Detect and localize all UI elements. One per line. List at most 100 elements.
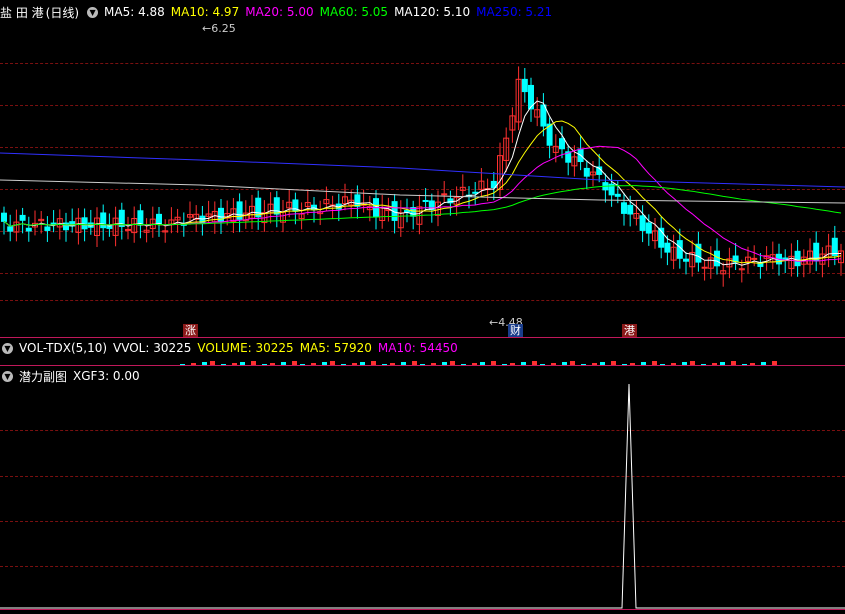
- volume-bar: [251, 361, 256, 365]
- candle-body: [19, 214, 26, 221]
- candle-body: [255, 197, 262, 218]
- volume-bar: [480, 362, 485, 365]
- volume-bar: [510, 363, 515, 365]
- volume-bar: [600, 362, 605, 365]
- candle-body: [683, 258, 689, 262]
- volume-bar: [202, 362, 207, 365]
- candle-body: [106, 225, 113, 229]
- volume-bar: [221, 364, 226, 365]
- event-marker-zhang[interactable]: 涨: [183, 324, 198, 337]
- candle-body: [25, 227, 32, 232]
- volume-bar: [502, 364, 507, 365]
- candle-body: [521, 78, 528, 93]
- volume-bar: [341, 364, 346, 365]
- volume-bar: [371, 361, 376, 365]
- candle-body: [664, 242, 671, 253]
- volume-bar: [450, 361, 455, 365]
- volume-bar: [442, 362, 447, 365]
- candle-body: [156, 213, 162, 225]
- candle-body: [125, 228, 131, 231]
- candle-body: [831, 237, 838, 257]
- volume-bar: [390, 363, 395, 365]
- candle-body: [583, 167, 590, 177]
- candle-body: [441, 193, 448, 196]
- volume-bar: [540, 364, 545, 365]
- volume-bar: [461, 364, 466, 365]
- candle-body: [354, 194, 361, 207]
- volume-bar: [191, 363, 196, 365]
- volume-bar: [562, 362, 567, 365]
- volume-bar: [232, 363, 237, 365]
- ma20-line: [3, 145, 842, 262]
- volume-bar: [622, 364, 627, 365]
- volume-bar: [292, 361, 297, 365]
- volume-bar: [742, 364, 747, 365]
- volume-bar: [311, 363, 316, 365]
- volume-bar: [431, 363, 436, 365]
- candle-body: [1, 212, 7, 222]
- candle-body: [199, 215, 206, 225]
- volume-bar: [712, 363, 717, 365]
- volume-bar: [592, 363, 597, 365]
- event-marker-cai[interactable]: 财: [508, 324, 523, 337]
- volume-bar: [401, 362, 406, 365]
- volume-bar: [420, 364, 425, 365]
- candle-body: [621, 202, 627, 214]
- volume-bar: [660, 364, 665, 365]
- candle-body: [559, 138, 565, 150]
- volume-bar: [360, 362, 365, 365]
- candle-body: [645, 222, 652, 234]
- volume-bar: [761, 362, 766, 365]
- volume-bar: [330, 361, 335, 365]
- xgf3-signal-line: [0, 383, 845, 609]
- volume-bar: [180, 364, 185, 365]
- candle-body: [404, 210, 410, 213]
- candle-body: [614, 193, 621, 197]
- volume-bar: [210, 361, 215, 365]
- candle-body: [472, 191, 479, 194]
- candle-body: [422, 199, 429, 202]
- candle-body: [639, 215, 646, 231]
- candle-body: [137, 210, 144, 226]
- candle-body: [627, 204, 634, 215]
- candle-body: [701, 266, 708, 269]
- candle-body: [7, 226, 14, 232]
- volume-bar: [262, 364, 267, 365]
- kline-chart[interactable]: [0, 0, 845, 614]
- ma10-line: [3, 120, 842, 264]
- volume-bar: [682, 362, 687, 365]
- volume-bar: [652, 361, 657, 365]
- volume-bar: [532, 361, 537, 365]
- volume-bar: [270, 363, 275, 365]
- candle-body: [540, 104, 547, 127]
- volume-bar: [630, 363, 635, 365]
- volume-bar: [240, 362, 245, 365]
- volume-bar: [772, 361, 777, 365]
- volume-bar: [521, 362, 526, 365]
- volume-bar: [472, 363, 477, 365]
- high-price-label: 6.25: [211, 22, 236, 35]
- volume-bar: [750, 363, 755, 365]
- volume-bar: [581, 364, 586, 365]
- volume-bar: [300, 364, 305, 365]
- candle-body: [100, 212, 107, 229]
- ma250-line: [0, 152, 845, 188]
- volume-bar: [281, 362, 286, 365]
- volume-bar: [382, 364, 387, 365]
- volume-bar: [720, 362, 725, 365]
- volume-bar: [611, 361, 616, 365]
- volume-bar: [641, 362, 646, 365]
- event-marker-gang[interactable]: 港: [622, 324, 637, 337]
- candle-body: [794, 250, 801, 267]
- volume-bar: [690, 361, 695, 365]
- volume-bar: [352, 363, 357, 365]
- volume-bar: [671, 363, 676, 365]
- ma60-line: [3, 185, 842, 227]
- volume-bar: [322, 362, 327, 365]
- volume-bar: [491, 361, 496, 365]
- volume-bar: [412, 361, 417, 365]
- volume-bar: [570, 361, 575, 365]
- volume-bar: [701, 364, 706, 365]
- candle-body: [81, 217, 88, 230]
- candle-body: [44, 226, 51, 231]
